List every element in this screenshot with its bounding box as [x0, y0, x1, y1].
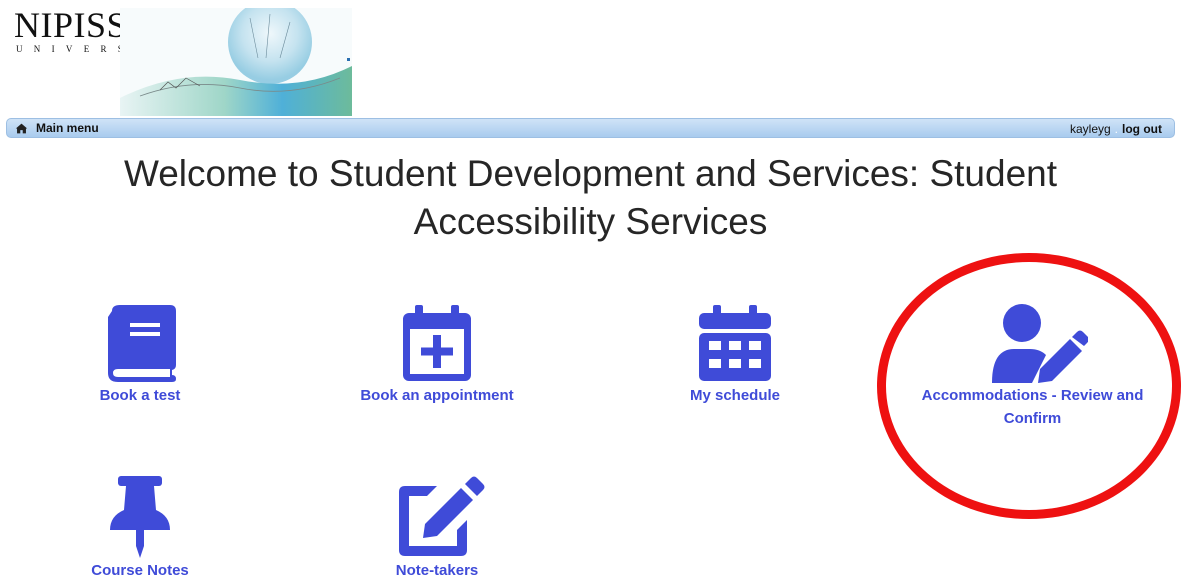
main-menu-link[interactable]: Main menu [15, 121, 99, 135]
tile-note-takers[interactable]: Note-takers [337, 474, 537, 582]
user-separator: . [1114, 122, 1119, 136]
username: kayleyg [1069, 122, 1111, 136]
tile-label: Book an appointment [360, 387, 514, 404]
logout-link[interactable]: log out [1122, 122, 1162, 136]
university-logo: NIPISSING UNIVERSITY [10, 6, 370, 116]
tile-label: Course Notes [91, 562, 189, 579]
page-title: Welcome to Student Development and Servi… [123, 153, 1058, 242]
edit-icon [399, 476, 485, 556]
calendar-plus-icon [403, 305, 471, 381]
main-menu-label: Main menu [36, 121, 99, 135]
tile-label: Book a test [99, 387, 181, 404]
top-navbar: Main menu kayleyg. log out [6, 118, 1175, 138]
tile-course-notes[interactable]: Course Notes [40, 474, 240, 582]
tile-label: Accommodations - Review and Confirm [921, 387, 1144, 427]
calendar-icon [699, 305, 771, 381]
home-icon [15, 123, 28, 133]
pushpin-icon [110, 476, 170, 558]
tile-my-schedule[interactable]: My schedule [635, 303, 835, 407]
tile-accommodations[interactable]: Accommodations - Review and Confirm [900, 303, 1165, 430]
tile-book-a-test[interactable]: Book a test [40, 303, 240, 407]
logo-dot [347, 58, 350, 61]
tile-book-appointment[interactable]: Book an appointment [337, 303, 537, 407]
user-area: kayleyg. log out [1070, 122, 1162, 136]
book-icon [108, 305, 176, 382]
logo-artwork [120, 8, 352, 116]
tile-label: My schedule [689, 387, 781, 404]
tile-label: Note-takers [395, 562, 479, 579]
user-edit-icon [991, 304, 1088, 383]
